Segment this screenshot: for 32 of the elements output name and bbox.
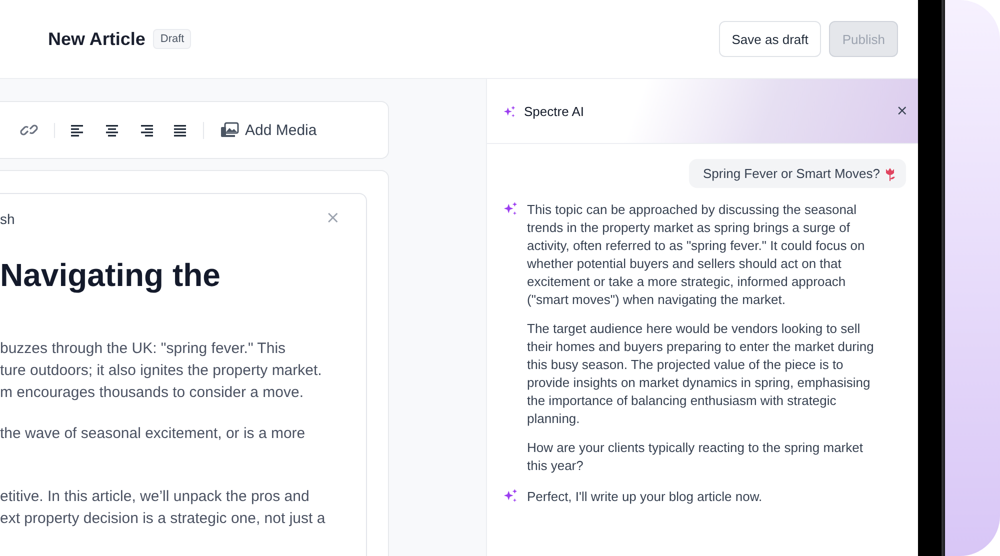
- body-text-line: ture outdoors; it also ignites the property market.: [0, 361, 323, 381]
- assistant-title: Spectre AI: [524, 104, 585, 118]
- toolbar-button[interactable]: [105, 122, 119, 138]
- toolbar-button[interactable]: [71, 122, 85, 138]
- assistant-message: This topic can be approached by discussing the seasonal trends in the property market as spring brings a surge of activity, often referred to as "spring fever." It could focus on whether potential buyers and sellers should act on that excitement or take a more strategic, informed approach ("smart moves") when navigating the market.: [527, 201, 866, 309]
- images-icon: [220, 122, 239, 138]
- card-label: sh: [0, 210, 15, 226]
- add-media-button[interactable]: Add Media: [220, 122, 317, 138]
- article-heading: Navigating the: [0, 257, 222, 294]
- page-title: New Article: [48, 28, 146, 50]
- align-justify-icon: [173, 122, 187, 138]
- assistant-message: How are your clients typically reacting to the spring market this year?: [527, 439, 864, 475]
- assistant-message: Perfect, I'll write up your blog article now.: [527, 488, 764, 506]
- align-right-icon: [139, 122, 153, 138]
- toolbar-button[interactable]: [139, 122, 153, 138]
- assistant-message: The target audience here would be vendors looking to sell their homes and buyers preparing to enter the market during this busy season. The projected value of the piece is to provide insights on market dynamics in spring, emphasising the importance of balancing enthusiasm with strategic planning.: [527, 320, 875, 428]
- align-left-icon: [71, 122, 85, 138]
- sparkle-icon: [503, 201, 518, 216]
- body-text-line: the wave of seasonal excitement, or is a more: [0, 424, 306, 444]
- toolbar-button[interactable]: [173, 122, 187, 138]
- align-center-icon: [105, 122, 119, 138]
- body-text-line: etitive. In this article, we’ll unpack the pros and: [0, 487, 310, 507]
- body-text-line: buzzes through the UK: "spring fever." This: [0, 339, 287, 359]
- status-badge: Draft: [153, 29, 192, 49]
- close-button[interactable]: ×: [896, 103, 908, 119]
- sparkle-icon: [503, 104, 516, 118]
- body-text-line: m encourages thousands to consider a move.: [0, 383, 305, 403]
- message-text: Spring Fever or Smart Moves?: [702, 166, 880, 181]
- body-text-line: ext property decision is a strategic one, not just a: [0, 509, 326, 529]
- sparkle-icon: [503, 488, 518, 503]
- save-draft-button[interactable]: Save as draft: [718, 21, 822, 57]
- tulip-icon: [884, 166, 896, 180]
